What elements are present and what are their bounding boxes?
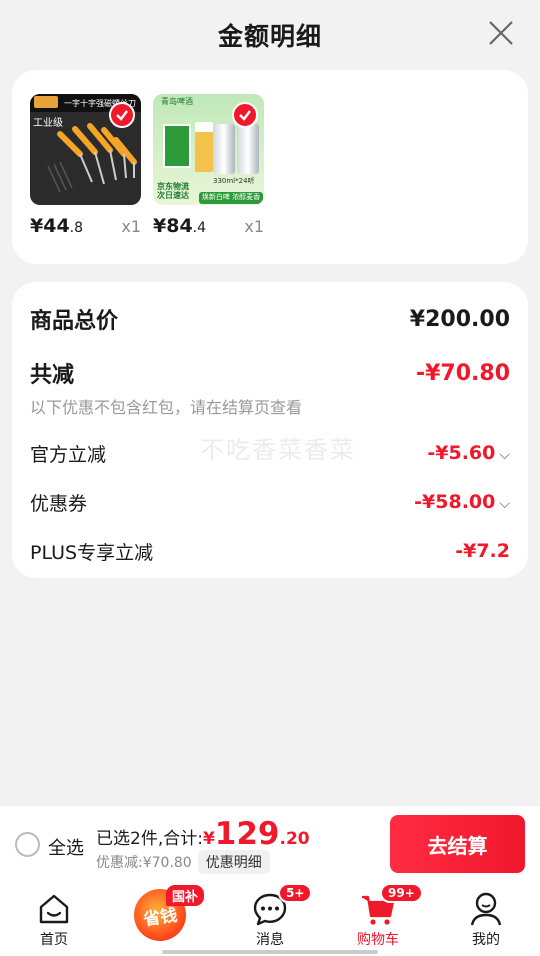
discount-value: -¥70.80 <box>415 360 510 386</box>
checkout-discount-text: 优惠减:¥70.80 <box>96 855 192 871</box>
official-discount-value: -¥5.60 <box>427 442 496 464</box>
product-promo-bottom: 京东物流 次日速达 <box>157 182 189 200</box>
tab-label: 消息 <box>256 932 284 948</box>
product-item[interactable]: 一字十字强磁螺丝刀 工业级 ¥44.8 x1 <box>30 94 141 240</box>
official-discount-label: 官方立减 <box>30 443 107 466</box>
beer-can-image <box>237 124 259 174</box>
product-slogan: 焕新白啤 浓醇麦香 <box>199 192 263 204</box>
coupon-value: -¥58.00 <box>414 491 496 513</box>
discount-item-row[interactable]: 优惠券 -¥58.00 ⌵ <box>30 489 510 515</box>
product-price: ¥44.8 <box>30 215 84 237</box>
checkout-bar: 全选 已选2件,合计: ¥129.20 优惠减:¥70.80 优惠明细 去结算 <box>0 805 540 881</box>
selection-summary: 已选2件,合计: ¥129.20 优惠减:¥70.80 优惠明细 <box>96 816 310 874</box>
total-price-value: ¥200.00 <box>409 306 510 332</box>
subsidy-badge: 国补 <box>166 885 205 906</box>
product-item[interactable]: 青岛啤酒 330ml*24听 京东物流 次日速达 焕新白啤 浓醇麦香 ¥84.4… <box>153 94 264 240</box>
tab-save-money[interactable]: 省钱 国补 <box>108 881 216 956</box>
product-promo-top: 青岛啤酒 <box>161 97 193 106</box>
discount-hint: 以下优惠不包含红包，请在结算页查看 <box>30 398 303 417</box>
discount-item-row: PLUS专享立减 -¥7.2 <box>30 538 510 564</box>
tab-profile[interactable]: 我的 <box>432 881 540 956</box>
message-count-badge: 5+ <box>278 883 313 903</box>
beer-can-image <box>213 124 235 174</box>
product-can-size: 330ml*24听 <box>213 177 255 185</box>
chevron-down-icon[interactable]: ⌵ <box>499 496 510 512</box>
total-price-label: 商品总价 <box>30 309 119 334</box>
select-all-radio[interactable] <box>15 832 40 857</box>
cart-count-badge: 99+ <box>380 883 423 903</box>
tab-label: 首页 <box>40 932 68 948</box>
selected-check-icon[interactable] <box>232 102 258 128</box>
tab-home[interactable]: 首页 <box>0 881 108 956</box>
plus-discount-value: -¥7.2 <box>455 540 510 562</box>
discount-row: 共减 -¥70.80 <box>30 358 510 389</box>
page-title: 金额明细 <box>217 22 322 51</box>
watermark: 不吃香菜香菜 <box>200 436 356 464</box>
checkout-button[interactable]: 去结算 <box>390 815 525 873</box>
beer-glass-image <box>195 122 213 172</box>
discount-detail-button[interactable]: 优惠明细 <box>197 850 270 874</box>
product-image[interactable]: 一字十字强磁螺丝刀 工业级 <box>30 94 141 205</box>
profile-icon <box>470 892 502 926</box>
selected-check-icon[interactable] <box>109 102 135 128</box>
beer-box-image <box>163 124 191 168</box>
checkout-total: ¥129.20 <box>202 816 310 852</box>
discount-label: 共减 <box>30 363 75 388</box>
home-indicator <box>162 950 378 954</box>
product-quantity: x1 <box>121 217 141 236</box>
close-icon[interactable] <box>486 18 516 48</box>
product-price: ¥84.4 <box>153 215 207 237</box>
tab-messages[interactable]: 5+ 消息 <box>216 881 324 956</box>
tab-cart[interactable]: 99+ 购物车 <box>324 881 432 956</box>
products-card: 一字十字强磁螺丝刀 工业级 ¥44.8 x1 青岛啤酒 330ml*24听 京东… <box>12 70 528 264</box>
header: 金额明细 <box>0 0 540 70</box>
selected-count-text: 已选2件,合计: <box>96 829 203 849</box>
tab-label: 购物车 <box>357 932 399 948</box>
select-all-label[interactable]: 全选 <box>48 834 84 860</box>
coupon-label: 优惠券 <box>30 492 88 515</box>
plus-discount-label: PLUS专享立减 <box>30 541 154 564</box>
tab-label: 我的 <box>472 932 500 948</box>
product-image[interactable]: 青岛啤酒 330ml*24听 京东物流 次日速达 焕新白啤 浓醇麦香 <box>153 94 264 205</box>
total-price-row: 商品总价 ¥200.00 <box>30 304 510 335</box>
product-quantity: x1 <box>244 217 264 236</box>
tab-bar: 首页 省钱 国补 5+ 消息 99+ 购物车 我的 <box>0 881 540 956</box>
chevron-down-icon[interactable]: ⌵ <box>499 447 510 463</box>
home-icon <box>39 894 69 924</box>
